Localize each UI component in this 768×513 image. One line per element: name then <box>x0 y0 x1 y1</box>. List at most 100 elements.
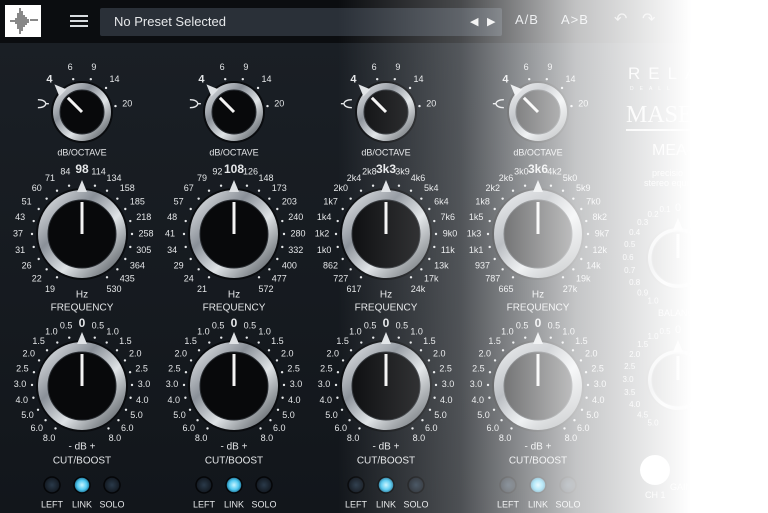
cut-boost-dot <box>30 383 34 387</box>
frequency-label: 9k0 <box>443 228 458 238</box>
cut-boost-label: 8.0 <box>261 433 274 443</box>
cut-boost-label: 4.0 <box>319 395 332 405</box>
cut-boost-dot <box>341 359 345 362</box>
cut-boost-dot <box>115 349 119 352</box>
cut-boost-label: 2.0 <box>585 349 598 359</box>
cut-boost-dot <box>245 336 248 339</box>
solo-button[interactable] <box>255 476 273 494</box>
cut-boost-label: 4.0 <box>136 395 149 405</box>
left-button[interactable] <box>195 476 213 494</box>
db-label: - dB + <box>69 442 96 453</box>
slope-knob[interactable] <box>355 81 417 143</box>
ch1-button[interactable] <box>640 455 670 485</box>
left-button[interactable] <box>499 476 517 494</box>
cut-boost-dot <box>280 371 284 374</box>
frequency-dot <box>561 189 565 192</box>
frequency-dot <box>341 257 344 261</box>
frequency-label: 31 <box>15 245 25 255</box>
frequency-label: 435 <box>120 274 135 284</box>
solo-button[interactable] <box>407 476 425 494</box>
cut-boost-label: 1.5 <box>271 336 284 346</box>
solo-button[interactable] <box>559 476 577 494</box>
frequency-label: 1k2 <box>315 228 330 238</box>
cut-boost-dot <box>358 427 361 430</box>
cut-boost-knob[interactable] <box>340 332 432 432</box>
frequency-dot <box>281 245 284 249</box>
left-button[interactable] <box>347 476 365 494</box>
solo-button[interactable] <box>103 476 121 494</box>
cut-boost-label: 3.0 <box>318 379 331 389</box>
cut-boost-dot <box>107 427 110 430</box>
frequency-dot <box>488 219 491 223</box>
link-button[interactable] <box>225 476 243 494</box>
db-label: - dB + <box>525 442 552 453</box>
frequency-label: 2k8 <box>362 167 377 177</box>
link-button[interactable] <box>529 476 547 494</box>
cut-boost-dot <box>93 336 96 339</box>
cut-boost-label: 0.5 <box>396 320 409 330</box>
cut-boost-label: 4.0 <box>440 395 453 405</box>
frequency-knob[interactable] <box>36 180 128 280</box>
cut-boost-label: 2.5 <box>16 363 29 373</box>
ch1-label: CH 1 <box>645 490 666 500</box>
frequency-dot <box>245 184 249 187</box>
knob-marker <box>229 332 239 344</box>
cut-boost-title: CUT/BOOST <box>53 456 111 467</box>
frequency-label: 3k6 <box>528 162 548 176</box>
slope-knob[interactable] <box>203 81 265 143</box>
link-button[interactable] <box>73 476 91 494</box>
tagline-2: stereo equa <box>644 178 692 188</box>
slope-dot <box>224 77 227 81</box>
frequency-dot <box>409 276 413 279</box>
frequency-knob[interactable] <box>492 180 584 280</box>
left-label: LEFT <box>193 499 216 509</box>
hz-label: Hz <box>380 290 392 301</box>
slope-knob[interactable] <box>507 81 569 143</box>
cut-boost-dot <box>360 341 363 344</box>
slope-dot <box>408 86 412 90</box>
frequency-knob[interactable] <box>340 180 432 280</box>
link-button[interactable] <box>377 476 395 494</box>
frequency-dot <box>67 184 71 187</box>
left-button[interactable] <box>43 476 61 494</box>
frequency-label: 98 <box>75 162 89 176</box>
frequency-label: 1k5 <box>469 212 484 222</box>
cut-boost-title: CUT/BOOST <box>205 456 263 467</box>
frequency-dot <box>493 207 496 211</box>
cut-boost-label: 6.0 <box>487 423 500 433</box>
cut-boost-label: 0.5 <box>364 320 377 330</box>
ch2-button[interactable] <box>692 455 722 485</box>
model-name: MEA-2 <box>652 142 701 159</box>
cut-boost-dot <box>579 359 583 362</box>
frequency-dot <box>130 232 134 236</box>
knob-marker <box>533 180 543 192</box>
frequency-label: 185 <box>130 196 145 206</box>
frequency-label: 17k <box>424 274 439 284</box>
frequency-dot <box>93 184 97 187</box>
cut-boost-knob[interactable] <box>188 332 280 432</box>
frequency-dot <box>433 245 436 249</box>
solo-label: SOLO <box>555 499 580 509</box>
cut-boost-label: 2.5 <box>168 363 181 373</box>
frequency-dot <box>37 257 40 261</box>
frequency-label: 3k9 <box>395 167 410 177</box>
frequency-dot <box>586 232 590 236</box>
cut-boost-dot <box>486 383 490 387</box>
cut-boost-label: 5.0 <box>434 410 447 420</box>
frequency-label: 5k9 <box>576 183 591 193</box>
frequency-dot <box>282 232 286 236</box>
slope-label: 9 <box>395 62 400 72</box>
cut-boost-label: 0 <box>79 316 86 330</box>
frequency-knob[interactable] <box>188 180 280 280</box>
frequency-label: 1k4 <box>317 212 332 222</box>
cut-boost-knob[interactable] <box>36 332 128 432</box>
slope-dot <box>241 77 244 81</box>
frequency-label: 3k0 <box>514 167 529 177</box>
cut-boost-knob[interactable] <box>492 332 584 432</box>
slope-knob[interactable] <box>51 81 113 143</box>
frequency-dot <box>207 189 211 192</box>
cut-boost-label: 1.0 <box>349 326 362 336</box>
cut-boost-dot <box>571 349 575 352</box>
cut-boost-label: 1.5 <box>423 336 436 346</box>
frequency-label: 2k4 <box>347 173 362 183</box>
